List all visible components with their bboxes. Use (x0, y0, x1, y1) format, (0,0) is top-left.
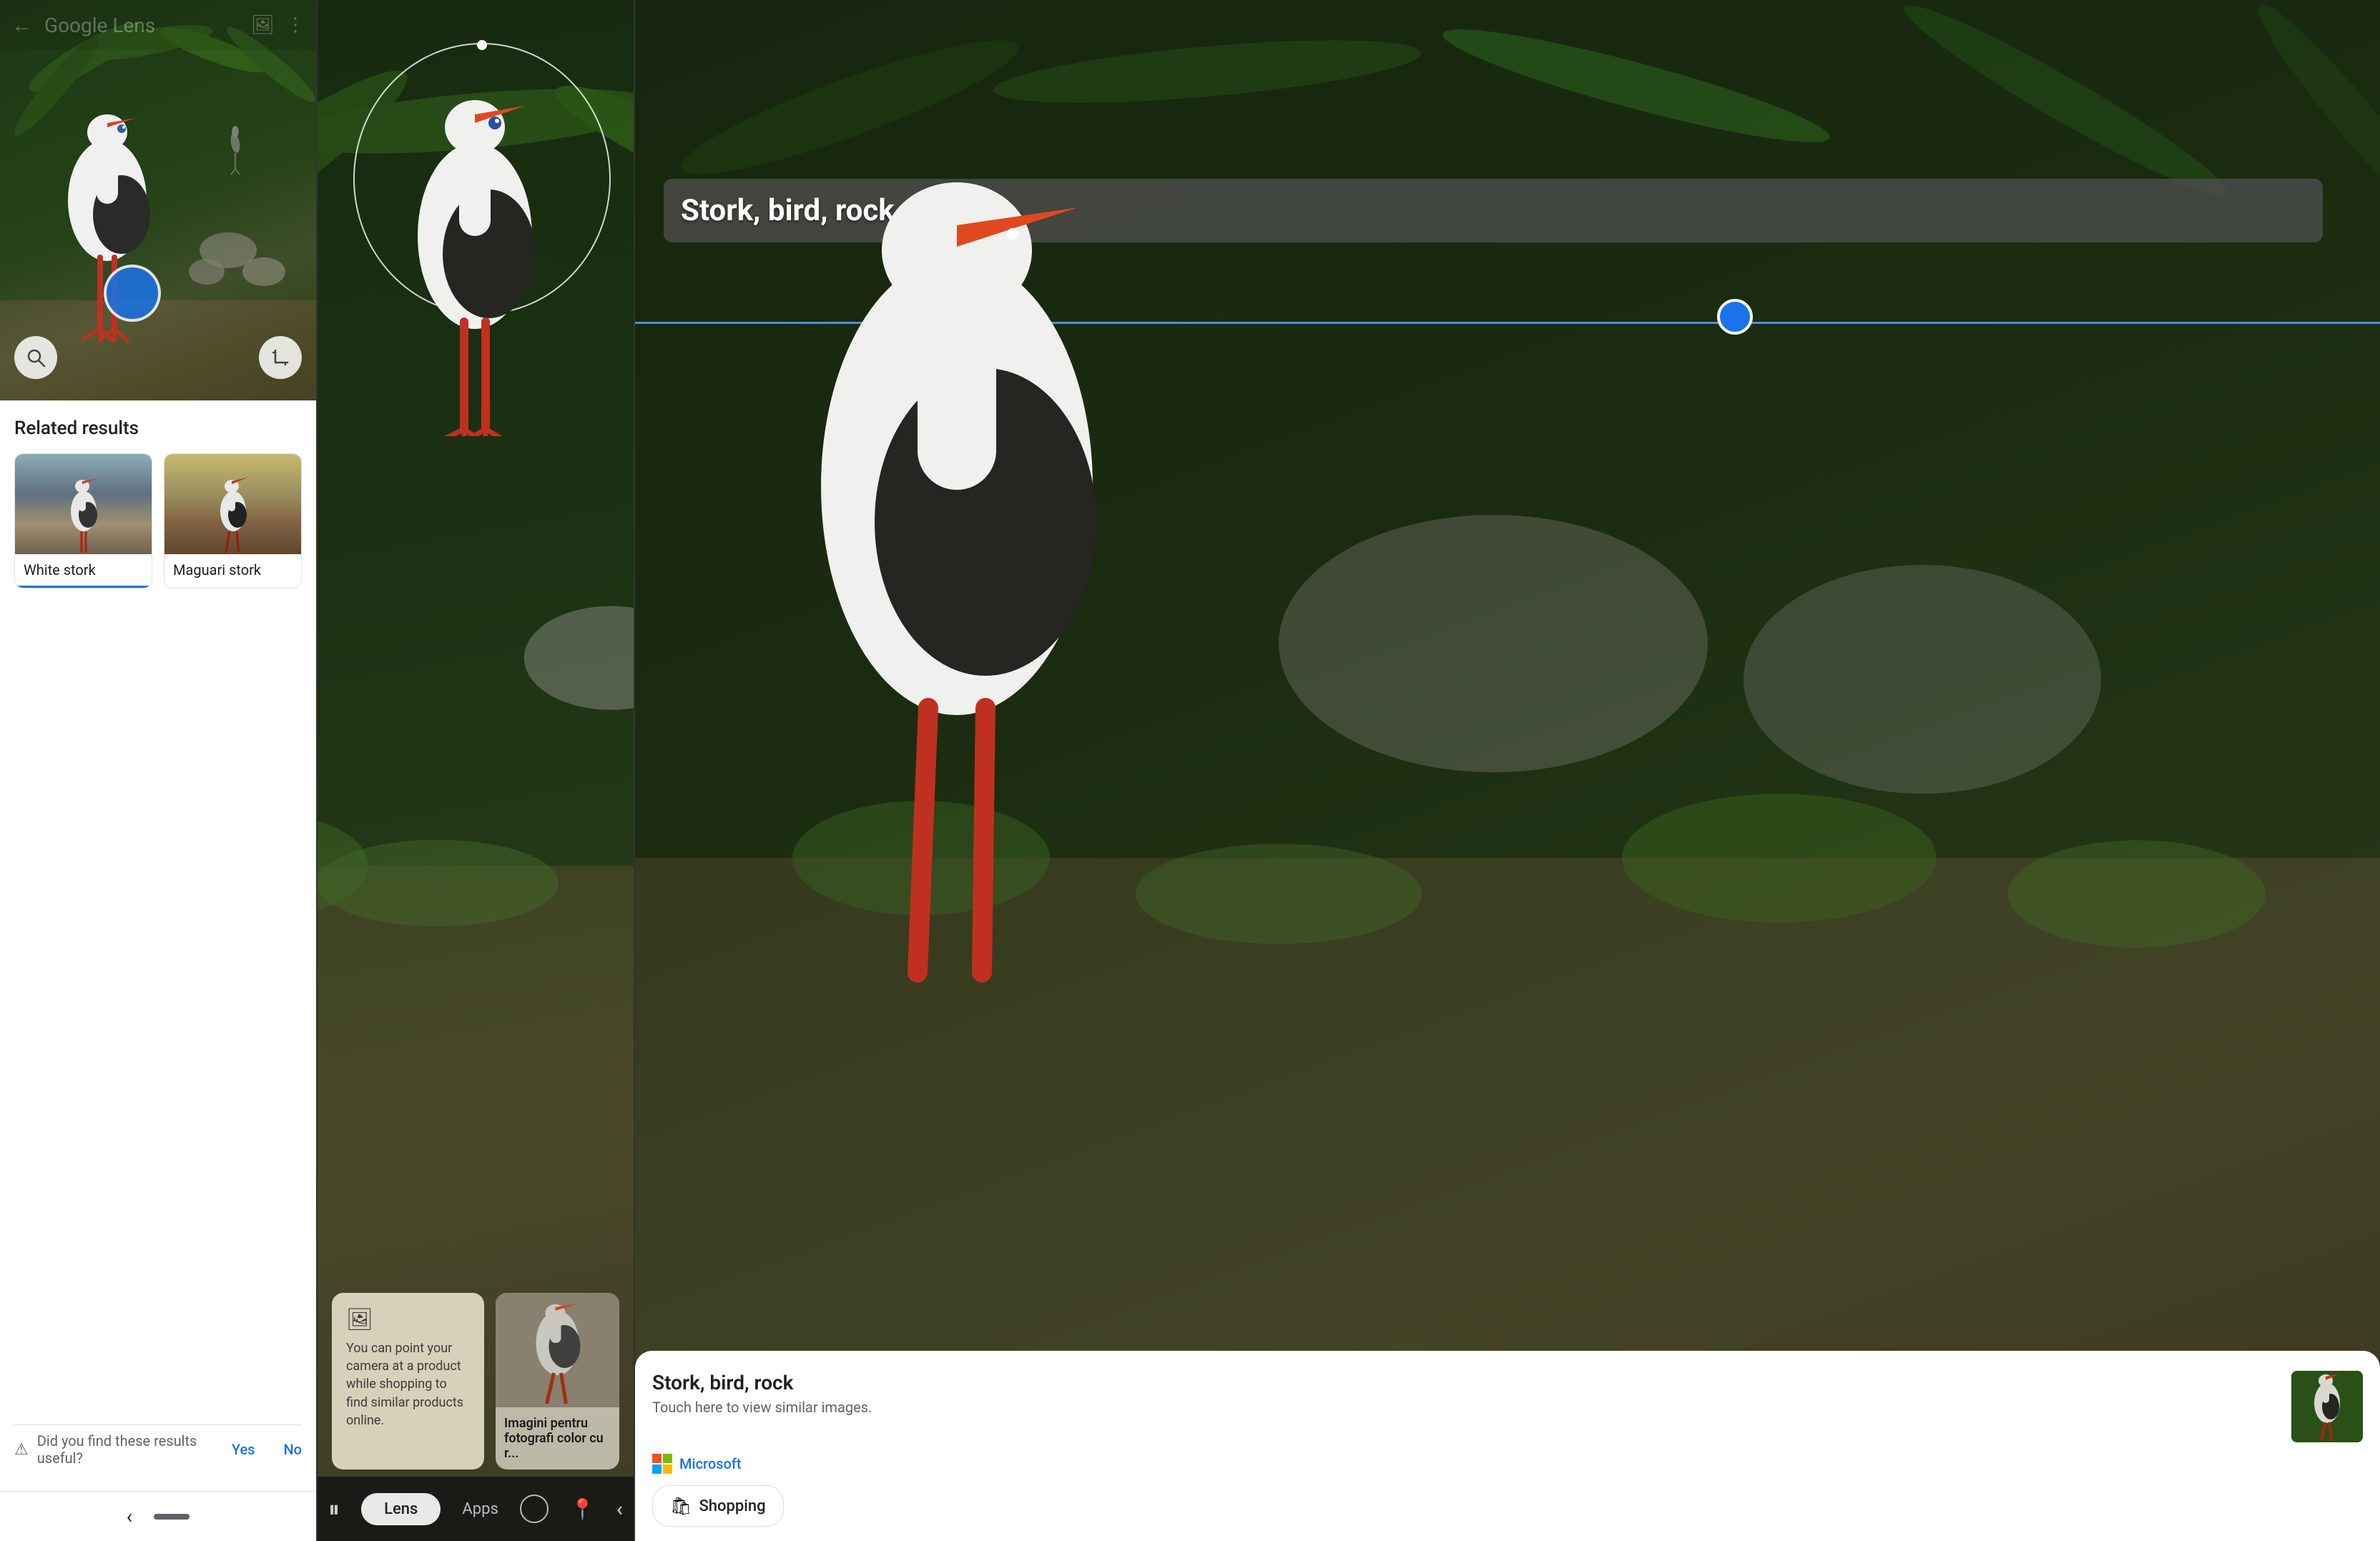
result-image (496, 1293, 619, 1407)
stork-large-image (707, 57, 1207, 987)
selection-indicator[interactable] (104, 265, 161, 322)
maguari-stork-card[interactable]: Maguari stork (164, 453, 302, 589)
source-microsoft: Microsoft (652, 1454, 2363, 1474)
search-button[interactable] (14, 336, 57, 379)
stork-main-image (375, 43, 575, 436)
shopping-bag-icon: 🛍 (670, 1496, 692, 1516)
location-icon[interactable]: 📍 (570, 1497, 595, 1521)
nav-bar: ‹ (0, 1491, 316, 1541)
nav-back-button[interactable]: ‹ (616, 1497, 623, 1522)
image-result-label: Imagini pentru fotografi color cu r... (496, 1407, 619, 1469)
ms-logo-q3 (652, 1464, 662, 1474)
shopping-label: Shopping (699, 1497, 765, 1515)
apps-tab[interactable]: Apps (462, 1500, 498, 1518)
shopping-tip-text: You can point your camera at a product w… (346, 1339, 470, 1429)
result-text-content: Stork, bird, rock Touch here to view sim… (652, 1371, 2280, 1416)
white-stork-thumbnail (15, 454, 152, 554)
result-cards: White stork Maguari stork (14, 453, 302, 589)
feedback-icon: ⚠ (14, 1441, 29, 1459)
shopping-button[interactable]: 🛍 Shopping (652, 1485, 784, 1527)
white-stork-card[interactable]: White stork (14, 453, 152, 589)
white-stork-label: White stork (15, 554, 152, 588)
microsoft-label: Microsoft (679, 1455, 742, 1472)
result-card: Stork, bird, rock Touch here to view sim… (635, 1351, 2380, 1541)
image-result-card[interactable]: Imagini pentru fotografi color cu r... (496, 1293, 619, 1469)
thumbnail-image (2291, 1371, 2363, 1442)
home-button[interactable] (520, 1495, 549, 1523)
card-image-icon: 🖼 (346, 1307, 373, 1332)
feedback-section: ⚠ Did you find these results useful? Yes… (14, 1424, 302, 1474)
bottom-cards: 🖼 You can point your camera at a product… (318, 1293, 634, 1469)
ms-logo-q2 (663, 1454, 672, 1463)
maguari-stork-thumbnail (164, 454, 301, 554)
lens-tab-label: Lens (361, 1493, 441, 1525)
feedback-question: Did you find these results useful? (37, 1432, 223, 1467)
lens-tab[interactable]: Lens (361, 1493, 441, 1525)
results-section: Related results White stork (0, 400, 316, 1491)
panel-bing-result: Stork, bird, rock Stork, bird, rock Touc… (635, 0, 2380, 1541)
result-view-similar[interactable]: Touch here to view similar images. (652, 1399, 2280, 1416)
photo-area: ← Google Lens 🖼 ⋮ (0, 0, 316, 400)
ms-logo-q1 (652, 1454, 662, 1463)
panel-camera-lens: Bird (318, 0, 635, 1541)
shopping-tip-card[interactable]: 🖼 You can point your camera at a product… (332, 1293, 484, 1469)
nav-back-button[interactable]: ‹ (127, 1505, 132, 1528)
camera-nav-bar: ⏸ Lens Apps 📍 ‹ (318, 1477, 634, 1541)
panel-google-lens: ← Google Lens 🖼 ⋮ (0, 0, 318, 1541)
results-title: Related results (14, 418, 302, 439)
result-title: Stork, bird, rock (652, 1371, 2280, 1394)
feedback-no-button[interactable]: No (283, 1441, 302, 1458)
ms-logo-q4 (663, 1464, 672, 1474)
nav-home-indicator[interactable] (154, 1514, 190, 1520)
microsoft-logo (652, 1454, 672, 1474)
selection-dot (1717, 299, 1753, 335)
result-top-row: Stork, bird, rock Touch here to view sim… (652, 1371, 2363, 1442)
maguari-stork-label: Maguari stork (164, 554, 301, 586)
feedback-yes-button[interactable]: Yes (232, 1441, 255, 1458)
result-thumbnail[interactable] (2291, 1371, 2363, 1442)
crop-button[interactable] (259, 336, 302, 379)
pause-button[interactable]: ⏸ (328, 1495, 340, 1523)
